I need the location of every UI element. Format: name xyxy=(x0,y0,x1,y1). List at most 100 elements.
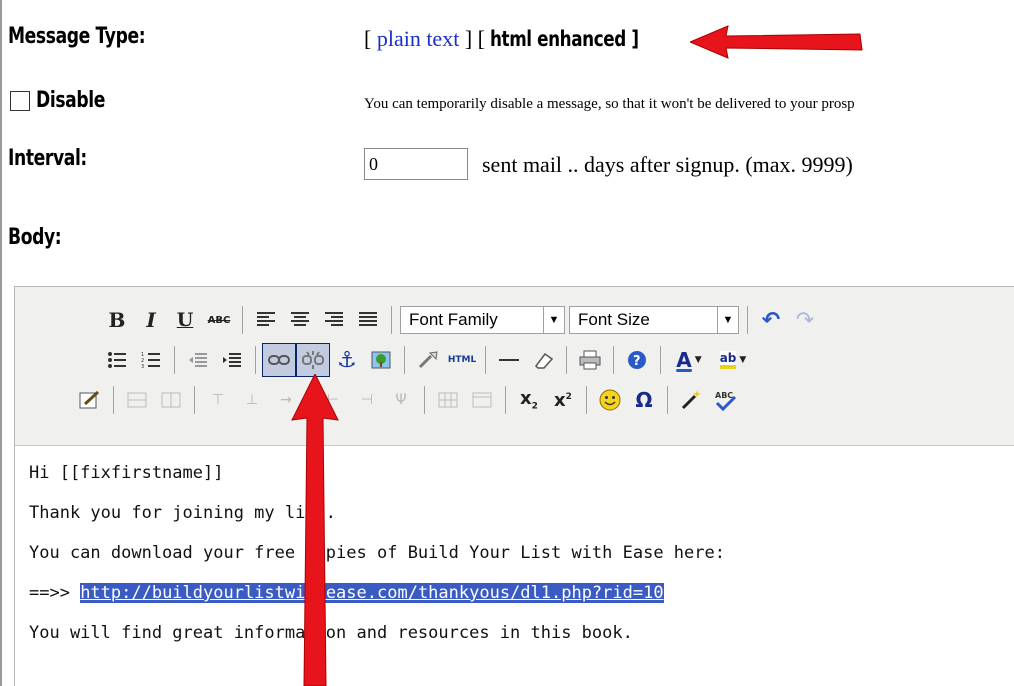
editor-toolbar: B I U ABC Font Family ▼ Font Size ▼ ↶ ↷ … xyxy=(15,287,1014,446)
bracket: ] [ xyxy=(459,26,491,51)
align-center-button[interactable] xyxy=(283,303,317,337)
font-size-select[interactable]: Font Size ▼ xyxy=(569,306,739,334)
eraser-icon xyxy=(535,352,554,369)
subscript-button[interactable]: x2 xyxy=(512,383,546,417)
align-center-icon xyxy=(291,312,309,326)
horizontal-rule-icon xyxy=(499,359,519,361)
cleanup-button[interactable] xyxy=(411,343,445,377)
indent-button[interactable] xyxy=(215,343,249,377)
font-family-select[interactable]: Font Family ▼ xyxy=(400,306,565,334)
separator xyxy=(613,346,614,374)
separator xyxy=(404,346,405,374)
superscript-button[interactable]: x2 xyxy=(546,383,580,417)
svg-text:ABC: ABC xyxy=(715,391,733,400)
separator xyxy=(255,346,256,374)
separator xyxy=(566,346,567,374)
separator xyxy=(660,346,661,374)
separator xyxy=(391,306,392,334)
separator xyxy=(667,386,668,414)
separator xyxy=(505,386,506,414)
unlink-button[interactable] xyxy=(296,343,330,377)
image-icon xyxy=(371,351,391,369)
wizard-button[interactable] xyxy=(674,383,708,417)
special-char-button[interactable]: Ω xyxy=(627,383,661,417)
link-button[interactable] xyxy=(262,343,296,377)
table-cell-props-button[interactable] xyxy=(154,383,188,417)
chevron-down-icon: ▼ xyxy=(717,307,738,333)
align-left-button[interactable] xyxy=(249,303,283,337)
text-color-button[interactable]: A ▼ xyxy=(667,343,711,377)
html-source-button[interactable]: HTML xyxy=(445,343,479,377)
annotation-arrow-right xyxy=(690,25,863,59)
html-enhanced-selected: html enhanced ] xyxy=(490,27,639,51)
align-justify-button[interactable] xyxy=(351,303,385,337)
insert-row-before-icon: ⊤ xyxy=(211,392,225,408)
print-button[interactable] xyxy=(573,343,607,377)
split-cells-icon xyxy=(438,392,458,408)
table-row-icon xyxy=(127,392,147,408)
bold-icon: B xyxy=(108,308,126,332)
numbered-list-button[interactable]: 123 xyxy=(134,343,168,377)
strikethrough-button[interactable]: ABC xyxy=(202,303,236,337)
image-button[interactable] xyxy=(364,343,398,377)
emoticon-button[interactable] xyxy=(593,383,627,417)
plain-text-link[interactable]: plain text xyxy=(377,26,459,51)
separator xyxy=(242,306,243,334)
selected-link[interactable]: http://buildyourlistwithease.com/thankyo… xyxy=(80,583,664,603)
undo-icon: ↶ xyxy=(761,307,781,333)
insert-row-after-button[interactable]: ⊥ xyxy=(235,383,269,417)
italic-icon: I xyxy=(146,308,156,332)
underline-icon: U xyxy=(176,309,194,331)
disable-checkbox[interactable] xyxy=(10,90,30,111)
link-icon xyxy=(268,355,290,365)
toolbar-row-2: 123 ⚓ HTML ? A ▼ ab ▼ xyxy=(100,340,755,380)
eraser-button[interactable] xyxy=(526,343,560,377)
delete-col-button[interactable]: Ψ xyxy=(384,383,418,417)
interval-suffix: sent mail .. days after signup. (max. 99… xyxy=(482,152,853,177)
content-line: Hi [[fixfirstname]] xyxy=(29,463,224,483)
omega-icon: Ω xyxy=(635,388,653,412)
outdent-button[interactable] xyxy=(181,343,215,377)
redo-button[interactable]: ↷ xyxy=(788,303,822,337)
align-justify-icon xyxy=(359,312,377,326)
bold-button[interactable]: B xyxy=(100,303,134,337)
align-right-button[interactable] xyxy=(317,303,351,337)
separator xyxy=(747,306,748,334)
outdent-icon xyxy=(189,353,207,367)
bullet-list-button[interactable] xyxy=(100,343,134,377)
insert-col-after-button[interactable]: ⊣ xyxy=(350,383,384,417)
anchor-button[interactable]: ⚓ xyxy=(330,343,364,377)
horizontal-rule-button[interactable] xyxy=(492,343,526,377)
redo-icon: ↷ xyxy=(795,307,815,333)
underline-button[interactable]: U xyxy=(168,303,202,337)
disable-hint: You can temporarily disable a message, s… xyxy=(364,96,855,112)
insert-row-after-icon: ⊥ xyxy=(245,392,259,408)
subscript-icon: x2 xyxy=(520,388,538,412)
chevron-down-icon: ▼ xyxy=(543,307,564,333)
strikethrough-icon: ABC xyxy=(207,314,231,326)
delete-col-icon: Ψ xyxy=(395,392,407,408)
highlight-color-button[interactable]: ab ▼ xyxy=(711,343,755,377)
help-button[interactable]: ? xyxy=(620,343,654,377)
separator xyxy=(194,386,195,414)
table-cell-icon xyxy=(161,392,181,408)
smiley-icon xyxy=(599,389,621,411)
insert-row-before-button[interactable]: ⊤ xyxy=(201,383,235,417)
help-icon: ? xyxy=(628,351,646,369)
spellcheck-icon: ABC xyxy=(715,391,737,411)
split-cells-button[interactable] xyxy=(431,383,465,417)
content-line-link: ==>> http://buildyourlistwithease.com/th… xyxy=(29,583,664,603)
undo-button[interactable]: ↶ xyxy=(754,303,788,337)
chevron-down-icon: ▼ xyxy=(694,355,702,365)
spellcheck-button[interactable]: ABC xyxy=(708,383,742,417)
anchor-icon: ⚓ xyxy=(337,347,357,373)
merge-cells-icon xyxy=(472,392,492,408)
table-row-props-button[interactable] xyxy=(120,383,154,417)
superscript-icon: x2 xyxy=(554,389,572,411)
merge-cells-button[interactable] xyxy=(465,383,499,417)
interval-input[interactable] xyxy=(364,148,468,180)
bracket: ] xyxy=(626,27,640,51)
edit-button[interactable] xyxy=(73,383,107,417)
italic-button[interactable]: I xyxy=(134,303,168,337)
separator xyxy=(113,386,114,414)
